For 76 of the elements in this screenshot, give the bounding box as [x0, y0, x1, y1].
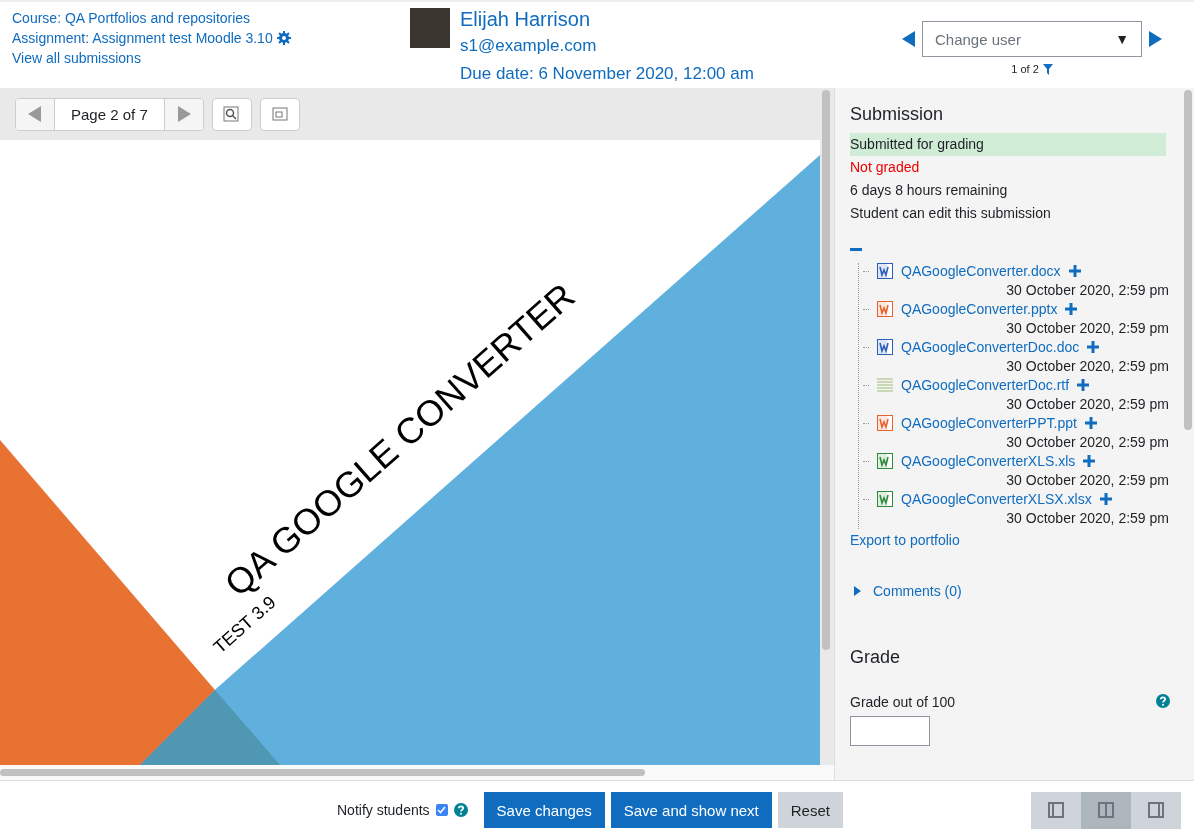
file-link[interactable]: QAGoogleConverterXLS.xls: [901, 453, 1076, 469]
page-label: Page 2 of 7: [54, 98, 165, 130]
next-user-icon: [1148, 31, 1162, 47]
action-button[interactable]: Save and show next: [610, 792, 772, 828]
file-date: 30 October 2020, 2:59 pm: [1006, 509, 1169, 528]
scrollbar[interactable]: [0, 769, 645, 776]
plus-icon[interactable]: [1083, 455, 1096, 467]
action-button[interactable]: Reset: [777, 792, 843, 828]
section-heading: Submission: [850, 104, 945, 125]
user-count: 1 of 2: [1011, 63, 1039, 75]
file-icon: [877, 453, 893, 469]
help-icon[interactable]: [1156, 694, 1170, 708]
file-link[interactable]: QAGoogleConverter.docx: [901, 263, 1061, 279]
filter-icon[interactable]: [1042, 63, 1053, 75]
file-link[interactable]: QAGoogleConverter.pptx: [901, 301, 1058, 317]
avatar-placeholder: [410, 8, 450, 48]
document-icon: [877, 377, 893, 393]
file-date: 30 October 2020, 2:59 pm: [1006, 395, 1169, 414]
due-date: Due date: 6 November 2020, 12:00 am: [460, 63, 754, 85]
file-date: 30 October 2020, 2:59 pm: [1006, 281, 1169, 300]
header-link[interactable]: View all submissions: [12, 50, 141, 66]
left-arrow-icon: [28, 106, 42, 122]
notify-label: Notify students: [337, 802, 430, 818]
previous-user-icon: [902, 31, 916, 47]
next-page-button[interactable]: [164, 98, 203, 130]
notify-checkbox[interactable]: [435, 804, 448, 816]
layout-icon: [1047, 802, 1064, 818]
section-heading: Grade: [850, 647, 902, 668]
file-date: 30 October 2020, 2:59 pm: [1006, 433, 1169, 452]
scrollbar[interactable]: [822, 90, 830, 650]
grade-label: Grade out of 100: [850, 694, 956, 710]
layout-button[interactable]: [1030, 791, 1081, 829]
plus-icon[interactable]: [1065, 303, 1078, 315]
file-link[interactable]: QAGoogleConverterDoc.doc: [901, 339, 1080, 355]
file-icon: [877, 415, 893, 431]
file-date: 30 October 2020, 2:59 pm: [1006, 471, 1169, 490]
action-button[interactable]: Save changes: [483, 792, 605, 828]
header-link[interactable]: Course: QA Portfolios and repositories: [12, 10, 251, 26]
file-date: 30 October 2020, 2:59 pm: [1006, 319, 1169, 338]
file-link[interactable]: QAGoogleConverterXLSX.xlsx: [901, 491, 1092, 507]
status-text: Not graded: [850, 158, 921, 177]
comments-link[interactable]: Comments (0): [854, 583, 962, 599]
status-text: Submitted for grading: [850, 133, 1166, 156]
settings-icon[interactable]: [276, 31, 291, 45]
layout-button[interactable]: [1130, 791, 1181, 829]
change-user-select[interactable]: Change user ▼: [922, 21, 1142, 57]
status-text: Student can edit this submission: [850, 204, 1052, 223]
caret-icon: [854, 586, 861, 596]
user-name[interactable]: Elijah Harrison: [460, 8, 754, 31]
file-icon: [877, 491, 893, 507]
layout-button[interactable]: [1080, 791, 1131, 829]
layout-icon: [1147, 802, 1164, 818]
search-icon: [222, 106, 241, 122]
file-link[interactable]: QAGoogleConverterPPT.ppt: [901, 415, 1077, 431]
file-link[interactable]: QAGoogleConverterDoc.rtf: [901, 377, 1070, 393]
header-link[interactable]: Assignment: Assignment test Moodle 3.10: [12, 30, 291, 46]
file-icon: [877, 301, 893, 317]
plus-icon[interactable]: [1077, 379, 1090, 391]
window-icon: [271, 107, 288, 121]
plus-icon[interactable]: [1084, 417, 1097, 429]
grade-input-field[interactable]: [850, 716, 930, 746]
status-text: 6 days 8 hours remaining: [850, 181, 1009, 200]
user-email: s1@example.com: [460, 35, 598, 57]
plus-icon[interactable]: [1087, 341, 1100, 353]
plus-icon[interactable]: [1068, 265, 1081, 277]
export-link[interactable]: Export to portfolio: [850, 532, 960, 548]
file-date: 30 October 2020, 2:59 pm: [1006, 357, 1169, 376]
file-icon: [877, 263, 893, 279]
layout-icon: [1097, 802, 1114, 818]
search-comments-button[interactable]: [211, 97, 252, 131]
help-icon[interactable]: [453, 803, 468, 817]
plus-icon[interactable]: [1099, 493, 1112, 505]
previous-page-button[interactable]: [16, 98, 54, 130]
scrollbar[interactable]: [1184, 90, 1192, 430]
file-icon: [877, 339, 893, 355]
right-arrow-icon: [176, 106, 191, 122]
